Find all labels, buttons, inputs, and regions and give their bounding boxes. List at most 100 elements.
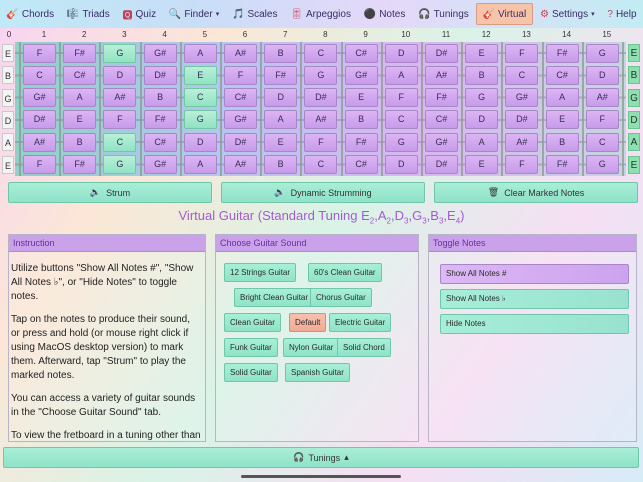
fret-note[interactable]: C: [505, 65, 539, 85]
fret-note[interactable]: A#: [304, 110, 338, 130]
fret-note[interactable]: A#: [23, 132, 56, 152]
fret-note[interactable]: B: [545, 132, 579, 152]
fret-note[interactable]: F#: [264, 65, 298, 85]
dynamic-strumming-button[interactable]: 🔈 Dynamic Strumming: [221, 182, 425, 203]
fret-note[interactable]: G: [304, 65, 338, 85]
fret-note[interactable]: D: [183, 132, 217, 152]
sound-button[interactable]: Chorus Guitar: [310, 288, 372, 307]
fret-note[interactable]: A#: [585, 88, 619, 108]
nav-item-quiz[interactable]: 🆀 Quiz: [117, 3, 163, 25]
fret-note[interactable]: B: [264, 43, 298, 63]
fret-note[interactable]: C#: [545, 65, 579, 85]
fret-note[interactable]: F: [23, 43, 56, 63]
fret-note[interactable]: E: [465, 155, 499, 174]
fret-note[interactable]: G: [384, 132, 418, 152]
nav-item-chords[interactable]: 🎸 Chords: [0, 3, 60, 25]
sound-button[interactable]: Nylon Guitar: [283, 338, 340, 357]
fret-note[interactable]: D: [384, 43, 418, 63]
fret-note[interactable]: D#: [23, 110, 56, 130]
fret-note[interactable]: F: [304, 132, 338, 152]
fret-note[interactable]: C#: [344, 43, 378, 63]
fret-note[interactable]: E: [183, 65, 217, 85]
fret-note[interactable]: D: [465, 110, 499, 130]
nav-item-settings[interactable]: ⚙ Settings ▾: [534, 3, 601, 25]
fret-note[interactable]: E: [465, 43, 499, 63]
sound-button[interactable]: Solid Guitar: [224, 363, 278, 382]
toggle-notes-button[interactable]: Show All Notes ♭: [440, 289, 629, 309]
strum-button[interactable]: 🔈 Strum: [8, 182, 212, 203]
fret-note[interactable]: D#: [425, 155, 458, 174]
fret-note[interactable]: F#: [344, 132, 378, 152]
fret-note[interactable]: E: [344, 88, 378, 108]
fret-note[interactable]: A: [545, 88, 579, 108]
fret-note[interactable]: D#: [143, 65, 177, 85]
fret-note[interactable]: C: [183, 88, 217, 108]
fret-note[interactable]: F#: [63, 155, 97, 174]
fret-note[interactable]: A#: [103, 88, 137, 108]
fret-note[interactable]: C: [304, 155, 338, 174]
fret-note[interactable]: F: [384, 88, 418, 108]
fret-note[interactable]: A: [264, 110, 298, 130]
fret-note[interactable]: G#: [23, 88, 56, 108]
fret-note[interactable]: F: [103, 110, 137, 130]
fret-note[interactable]: D: [103, 65, 137, 85]
fret-note[interactable]: D#: [505, 110, 539, 130]
fret-note[interactable]: A: [384, 65, 418, 85]
fret-note[interactable]: G: [465, 88, 499, 108]
fret-note[interactable]: B: [465, 65, 499, 85]
fret-note[interactable]: A: [183, 155, 217, 174]
nav-item-finder[interactable]: 🔍 Finder ▾: [163, 3, 225, 25]
fret-note[interactable]: C: [384, 110, 418, 130]
fret-note[interactable]: D#: [304, 88, 338, 108]
nav-item-tunings[interactable]: 🎧 Tunings: [412, 3, 475, 25]
fret-note[interactable]: B: [344, 110, 378, 130]
fret-note[interactable]: G: [103, 43, 137, 63]
sound-button[interactable]: 60's Clean Guitar: [308, 263, 382, 282]
fret-note[interactable]: C: [23, 65, 56, 85]
fret-note[interactable]: E: [63, 110, 97, 130]
nav-item-virtual[interactable]: 🎸 Virtual: [475, 3, 534, 25]
fret-note[interactable]: G#: [425, 132, 458, 152]
fret-note[interactable]: G#: [143, 43, 177, 63]
fret-note[interactable]: C#: [143, 132, 177, 152]
fret-note[interactable]: A: [63, 88, 97, 108]
fret-note[interactable]: F#: [545, 43, 579, 63]
fret-note[interactable]: G: [585, 155, 619, 174]
fret-note[interactable]: B: [143, 88, 177, 108]
fret-note[interactable]: F: [23, 155, 56, 174]
fret-note[interactable]: C#: [344, 155, 378, 174]
fret-note[interactable]: F#: [545, 155, 579, 174]
fret-note[interactable]: C#: [63, 65, 97, 85]
sound-button[interactable]: Solid Chord: [337, 338, 391, 357]
fret-note[interactable]: G#: [143, 155, 177, 174]
tunings-bar-button[interactable]: 🎧 Tunings ▴: [3, 447, 639, 468]
fret-note[interactable]: F: [585, 110, 619, 130]
toggle-notes-button[interactable]: Hide Notes: [440, 314, 629, 334]
fret-note[interactable]: F: [224, 65, 257, 85]
fret-note[interactable]: G#: [505, 88, 539, 108]
fret-note[interactable]: G#: [224, 110, 257, 130]
nav-item-notes[interactable]: ⚫ Notes: [358, 3, 412, 25]
fret-note[interactable]: F: [505, 43, 539, 63]
nav-item-help[interactable]: ? Help: [601, 3, 642, 25]
fret-note[interactable]: E: [545, 110, 579, 130]
clear-marked-notes-button[interactable]: 🗑 Clear Marked Notes: [434, 182, 638, 203]
fret-note[interactable]: A: [465, 132, 499, 152]
fret-note[interactable]: A#: [224, 43, 257, 63]
fret-note[interactable]: C: [585, 132, 619, 152]
fret-note[interactable]: D#: [425, 43, 458, 63]
sound-button[interactable]: Clean Guitar: [224, 313, 281, 332]
fret-note[interactable]: D: [585, 65, 619, 85]
fret-note[interactable]: F#: [63, 43, 97, 63]
fret-note[interactable]: F#: [425, 88, 458, 108]
fret-note[interactable]: G: [585, 43, 619, 63]
fret-note[interactable]: F: [505, 155, 539, 174]
fret-note[interactable]: A#: [505, 132, 539, 152]
fret-note[interactable]: G#: [344, 65, 378, 85]
sound-button[interactable]: Electric Guitar: [329, 313, 392, 332]
sound-button[interactable]: Funk Guitar: [224, 338, 278, 357]
nav-item-scales[interactable]: 🎵 Scales: [226, 3, 283, 25]
sound-button[interactable]: 12 Strings Guitar: [224, 263, 297, 282]
fret-note[interactable]: E: [264, 132, 298, 152]
sound-button[interactable]: Default: [289, 313, 327, 332]
